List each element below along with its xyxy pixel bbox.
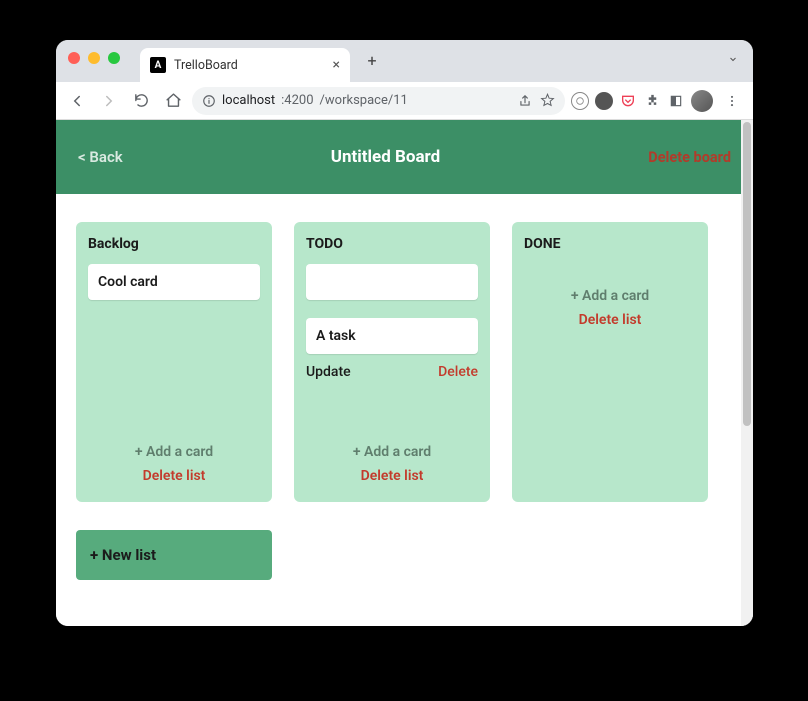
add-card-button[interactable]: + Add a card bbox=[306, 444, 478, 460]
board-header: < Back Untitled Board Delete board bbox=[56, 120, 753, 194]
share-icon[interactable] bbox=[518, 94, 532, 108]
delete-list-button[interactable]: Delete list bbox=[88, 468, 260, 484]
new-tab-button[interactable]: + bbox=[358, 46, 386, 74]
delete-list-button[interactable]: Delete list bbox=[524, 312, 696, 328]
update-card-button[interactable]: Update bbox=[306, 364, 351, 380]
scrollbar[interactable] bbox=[741, 120, 753, 626]
maximize-window-button[interactable] bbox=[108, 52, 120, 64]
list-title[interactable]: Backlog bbox=[88, 236, 260, 252]
scrollbar-thumb[interactable] bbox=[743, 122, 751, 426]
reading-list-icon[interactable] bbox=[667, 92, 685, 110]
add-card-button[interactable]: + Add a card bbox=[524, 288, 696, 304]
address-path: /workspace/11 bbox=[320, 93, 408, 108]
tabs-dropdown-icon[interactable] bbox=[727, 53, 739, 65]
profile-avatar[interactable] bbox=[691, 90, 713, 112]
list-done: DONE + Add a card Delete list bbox=[512, 222, 708, 502]
bookmark-icon[interactable] bbox=[540, 93, 555, 108]
home-button[interactable] bbox=[160, 88, 186, 114]
extensions-puzzle-icon[interactable] bbox=[643, 92, 661, 110]
card-title-input[interactable] bbox=[306, 264, 478, 300]
board-body: Backlog Cool card + Add a card Delete li… bbox=[56, 194, 753, 608]
minimize-window-button[interactable] bbox=[88, 52, 100, 64]
new-list-button[interactable]: + New list bbox=[76, 530, 272, 580]
back-button[interactable] bbox=[64, 88, 90, 114]
delete-list-button[interactable]: Delete list bbox=[306, 468, 478, 484]
delete-board-button[interactable]: Delete board bbox=[648, 149, 731, 166]
close-window-button[interactable] bbox=[68, 52, 80, 64]
forward-button[interactable] bbox=[96, 88, 122, 114]
address-port: :4200 bbox=[281, 93, 313, 108]
address-bar[interactable]: localhost :4200/workspace/11 bbox=[192, 87, 565, 115]
reload-button[interactable] bbox=[128, 88, 154, 114]
browser-window: A TrelloBoard × + localhost :4200/workspa… bbox=[56, 40, 753, 626]
address-host: localhost bbox=[222, 93, 275, 108]
list-title[interactable]: TODO bbox=[306, 236, 478, 252]
titlebar: A TrelloBoard × + bbox=[56, 40, 753, 82]
browser-tab[interactable]: A TrelloBoard × bbox=[140, 48, 350, 82]
extension-icon[interactable] bbox=[571, 92, 589, 110]
back-link[interactable]: < Back bbox=[78, 148, 123, 166]
close-tab-icon[interactable]: × bbox=[333, 57, 340, 73]
list-backlog: Backlog Cool card + Add a card Delete li… bbox=[76, 222, 272, 502]
browser-toolbar: localhost :4200/workspace/11 bbox=[56, 82, 753, 120]
card-editing[interactable]: A task bbox=[306, 318, 478, 354]
extension-icon[interactable] bbox=[595, 92, 613, 110]
window-controls bbox=[68, 52, 120, 64]
extension-icons bbox=[571, 92, 685, 110]
board-title: Untitled Board bbox=[123, 147, 649, 167]
card-edit-actions: Update Delete bbox=[306, 364, 478, 380]
list-title[interactable]: DONE bbox=[524, 236, 696, 252]
page-viewport: < Back Untitled Board Delete board Backl… bbox=[56, 120, 753, 626]
kebab-menu-icon[interactable] bbox=[719, 88, 745, 114]
tab-favicon: A bbox=[150, 57, 166, 73]
delete-card-button[interactable]: Delete bbox=[438, 364, 478, 380]
list-todo: TODO A task Update Delete + Add a card D… bbox=[294, 222, 490, 502]
card[interactable]: Cool card bbox=[88, 264, 260, 300]
site-info-icon[interactable] bbox=[202, 94, 216, 108]
pocket-icon[interactable] bbox=[619, 92, 637, 110]
add-card-button[interactable]: + Add a card bbox=[88, 444, 260, 460]
tab-title: TrelloBoard bbox=[174, 58, 238, 73]
